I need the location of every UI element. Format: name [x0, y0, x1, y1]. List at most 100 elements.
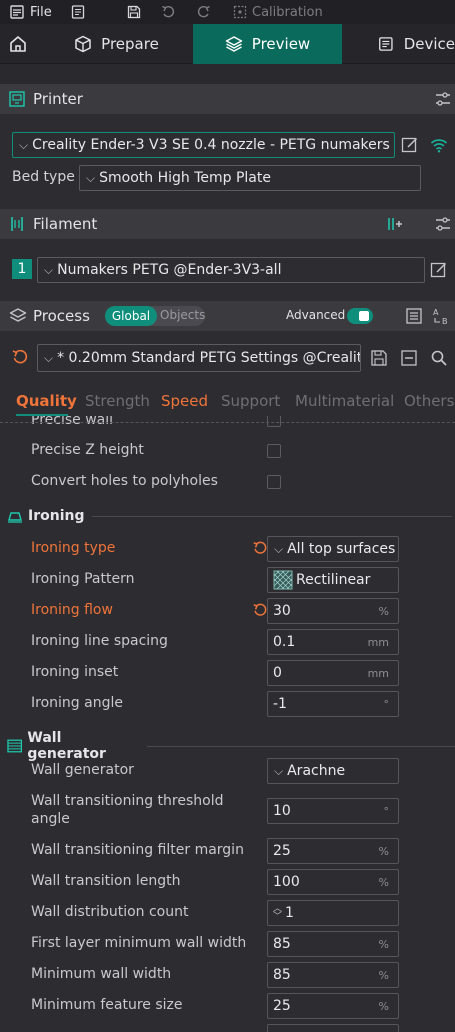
tab-strength[interactable]: Strength — [85, 392, 150, 410]
bed-type-label: Bed type — [12, 169, 75, 185]
process-preset-select[interactable]: ⌵ * 0.20mm Standard PETG Settings @Creal… — [37, 344, 361, 372]
tab-device[interactable]: Device — [378, 24, 455, 64]
ironing-group-header: Ironing — [7, 508, 452, 524]
wall-threshold-label-2: angle — [31, 811, 70, 827]
save-icon[interactable] — [370, 349, 388, 367]
ironing-title: Ironing — [28, 508, 85, 524]
tab-preview-label: Preview — [251, 35, 311, 53]
convert-holes-checkbox[interactable] — [267, 475, 281, 489]
reset-icon[interactable] — [11, 348, 29, 366]
precise-z-checkbox[interactable] — [267, 444, 281, 458]
global-objects-toggle[interactable]: Global Objects — [105, 306, 205, 326]
wall-distribution-stepper[interactable]: ︿ ﹀ 1 — [267, 900, 399, 926]
save-icon[interactable] — [127, 0, 141, 24]
divider — [91, 515, 452, 517]
collapse-icon[interactable] — [400, 349, 418, 367]
ironing-angle-input[interactable]: -1 ° — [267, 691, 399, 717]
tab-support[interactable]: Support — [221, 392, 280, 410]
ironing-flow-label: Ironing flow — [31, 602, 113, 618]
chevron-down-icon: ⌵ — [274, 541, 284, 556]
first-layer-min-wall-unit: % — [378, 937, 389, 951]
device-icon — [379, 37, 393, 51]
wall-filter-unit: % — [378, 844, 389, 858]
advanced-toggle[interactable] — [347, 308, 373, 324]
svg-text:B: B — [442, 317, 448, 326]
main-tab-bar: Prepare Preview Device — [0, 24, 455, 64]
wall-transition-length-unit: % — [378, 875, 389, 889]
ironing-pattern-select[interactable]: Rectilinear — [267, 567, 399, 593]
wall-filter-input[interactable]: 25 % — [267, 838, 399, 864]
wall-generator-value: Arachne — [287, 763, 346, 779]
tab-preview[interactable]: Preview — [193, 24, 342, 64]
ironing-spacing-value: 0.1 — [273, 634, 296, 650]
wall-threshold-value: 10 — [273, 803, 291, 819]
settings-sliders-icon[interactable] — [434, 90, 452, 108]
ironing-inset-value: 0 — [273, 665, 282, 681]
reset-icon[interactable] — [252, 540, 268, 556]
edit-icon[interactable] — [401, 136, 419, 154]
add-filament-icon[interactable] — [385, 215, 403, 233]
chevron-down-icon: ⌵ — [86, 170, 96, 185]
next-setting-input-partial[interactable] — [267, 1024, 399, 1032]
ironing-flow-unit: % — [378, 604, 389, 618]
ironing-angle-value: -1 — [273, 696, 287, 712]
filament-title: Filament — [33, 215, 98, 233]
bed-type-select[interactable]: ⌵ Smooth High Temp Plate — [79, 165, 421, 191]
min-feature-size-input[interactable]: 25 % — [267, 993, 399, 1019]
wall-transition-length-value: 100 — [273, 874, 300, 890]
tab-multimaterial[interactable]: Multimaterial — [295, 392, 394, 410]
wall-generator-select[interactable]: ⌵ Arachne — [267, 758, 399, 784]
printer-preset-select[interactable]: ⌵ Creality Ender-3 V3 SE 0.4 nozzle - PE… — [12, 132, 395, 158]
home-tab[interactable] — [0, 24, 36, 64]
divider — [147, 745, 455, 747]
printer-section-header: Printer — [0, 84, 455, 114]
tab-others[interactable]: Others — [404, 392, 454, 410]
chevron-down-icon: ⌵ — [19, 137, 29, 152]
ironing-flow-input[interactable]: 30 % — [267, 598, 399, 624]
menu-bar: File Calibration — [0, 0, 455, 24]
wall-threshold-label-1: Wall transitioning threshold — [31, 793, 224, 809]
wall-filter-label: Wall transitioning filter margin — [31, 842, 244, 858]
ironing-type-select[interactable]: ⌵ All top surfaces — [267, 536, 399, 562]
compare-icon[interactable] — [405, 307, 423, 325]
wall-transition-length-label: Wall transition length — [31, 873, 181, 889]
objects-option[interactable]: Objects — [160, 308, 205, 322]
search-icon[interactable] — [430, 349, 448, 367]
search-replace-icon[interactable]: AB — [432, 306, 452, 326]
printer-title: Printer — [33, 90, 83, 108]
redo-icon[interactable] — [197, 0, 211, 24]
chevron-down-icon: ⌵ — [274, 763, 284, 778]
ironing-pattern-label: Ironing Pattern — [31, 571, 135, 587]
filament-index-badge[interactable]: 1 — [12, 259, 32, 279]
first-layer-min-wall-label: First layer minimum wall width — [31, 935, 247, 951]
filament-preset-value: Numakers PETG @Ender-3V3-all — [57, 262, 282, 278]
document-icon[interactable] — [71, 0, 85, 24]
ironing-spacing-input[interactable]: 0.1 mm — [267, 629, 399, 655]
first-layer-min-wall-input[interactable]: 85 % — [267, 931, 399, 957]
iron-icon — [8, 512, 22, 523]
min-wall-width-unit: % — [378, 968, 389, 982]
global-option[interactable]: Global — [105, 306, 157, 326]
tab-speed[interactable]: Speed — [161, 392, 208, 410]
min-feature-size-label: Minimum feature size — [31, 997, 183, 1013]
tab-prepare[interactable]: Prepare — [40, 24, 193, 64]
ironing-inset-input[interactable]: 0 mm — [267, 660, 399, 686]
precise-z-label: Precise Z height — [31, 442, 144, 458]
reset-icon[interactable] — [252, 602, 268, 618]
min-feature-size-unit: % — [378, 999, 389, 1013]
menu-file[interactable]: File — [10, 0, 52, 24]
wall-generator-title: Wall generator — [27, 730, 106, 762]
wall-generator-icon — [7, 739, 23, 753]
wall-transition-length-input[interactable]: 100 % — [267, 869, 399, 895]
min-wall-width-input[interactable]: 85 % — [267, 962, 399, 988]
calibration-menu[interactable]: Calibration — [233, 0, 323, 24]
spacer — [0, 64, 455, 84]
undo-icon[interactable] — [161, 0, 175, 24]
tab-quality[interactable]: Quality — [16, 392, 77, 410]
stepper-arrows-icon[interactable]: ︿ ﹀ — [273, 905, 282, 922]
settings-sliders-icon[interactable] — [434, 215, 452, 233]
edit-icon[interactable] — [430, 261, 448, 279]
wifi-icon[interactable] — [430, 137, 448, 153]
filament-preset-select[interactable]: ⌵ Numakers PETG @Ender-3V3-all — [37, 257, 425, 283]
wall-threshold-input[interactable]: 10 ° — [267, 798, 399, 824]
